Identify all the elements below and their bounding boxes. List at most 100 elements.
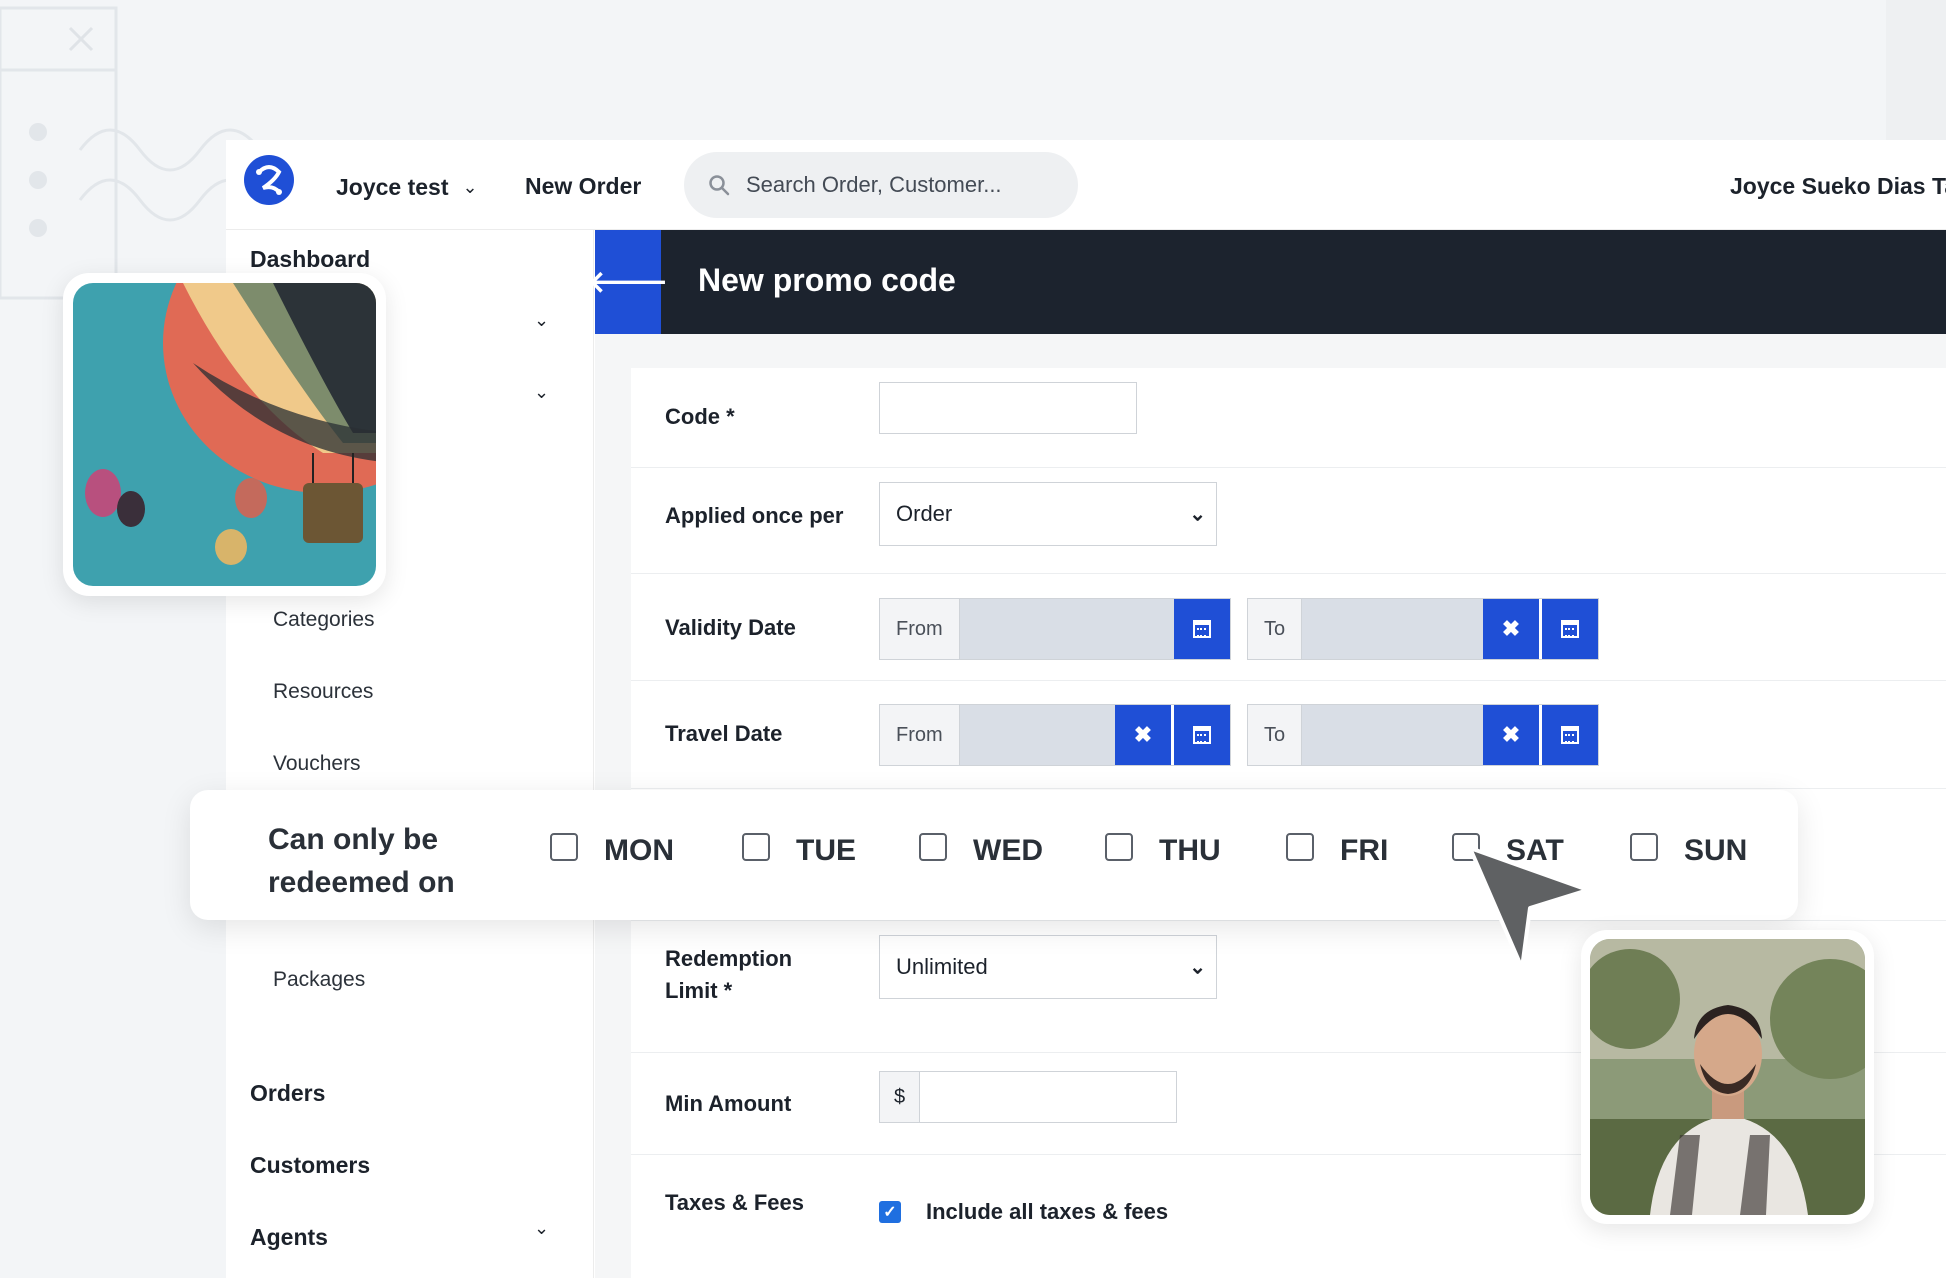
applied-once-select[interactable]: Order ⌄: [879, 482, 1217, 546]
travel-to-input[interactable]: [1302, 705, 1483, 765]
validity-to-clear-button[interactable]: ✖: [1483, 599, 1539, 659]
checkbox[interactable]: [919, 833, 947, 861]
arrow-left-icon: 🡐: [587, 266, 669, 299]
mouse-pointer-icon: [1468, 846, 1590, 970]
redeem-days-label-line1: Can only be: [268, 823, 439, 856]
checkbox[interactable]: [1105, 833, 1133, 861]
person-photo: [1590, 939, 1865, 1215]
day-checkbox-mon[interactable]: MON: [550, 826, 674, 868]
currency-addon: $: [880, 1072, 921, 1122]
sidebar-item-customers[interactable]: Customers: [250, 1152, 370, 1179]
applied-once-value: Order: [896, 501, 953, 526]
calendar-icon: [1193, 620, 1211, 638]
travel-from-input[interactable]: [959, 705, 1115, 765]
min-amount-input[interactable]: [920, 1072, 1177, 1122]
day-label: THU: [1159, 834, 1221, 867]
form-row-validity-date: Validity Date From To ✖: [631, 574, 1946, 681]
sidebar-item-orders[interactable]: Orders: [250, 1080, 325, 1107]
chevron-down-icon[interactable]: ⌄: [534, 310, 549, 331]
sidebar-item-agents[interactable]: Agents: [250, 1224, 328, 1251]
redeem-days-label-line2: redeemed on: [268, 866, 455, 899]
chevron-down-icon: ⌄: [1189, 503, 1206, 526]
checkbox[interactable]: [550, 833, 578, 861]
code-input[interactable]: [879, 382, 1137, 434]
chevron-down-icon[interactable]: ⌄: [534, 1218, 549, 1239]
back-button[interactable]: 🡐: [588, 230, 668, 334]
travel-from-group: From ✖: [879, 704, 1231, 766]
checkbox[interactable]: [742, 833, 770, 861]
min-amount-group: $: [879, 1071, 1178, 1123]
calendar-icon: [1193, 726, 1211, 744]
sidebar-item-packages[interactable]: Packages: [273, 968, 365, 992]
chevron-down-icon: ⌄: [462, 177, 478, 197]
checkbox[interactable]: [1630, 833, 1658, 861]
day-checkbox-tue[interactable]: TUE: [742, 826, 856, 868]
validity-to-input[interactable]: [1302, 599, 1483, 659]
include-taxes-checkbox[interactable]: ✓: [879, 1201, 901, 1223]
redemption-label-line2: Limit *: [665, 978, 733, 1003]
sidebar-item-categories[interactable]: Categories: [273, 608, 375, 632]
validity-date-label: Validity Date: [665, 615, 796, 640]
travel-from-clear-button[interactable]: ✖: [1115, 705, 1171, 765]
checkbox[interactable]: [1286, 833, 1314, 861]
chevron-down-icon: ⌄: [1189, 956, 1206, 979]
sidebar-item-dashboard[interactable]: Dashboard: [250, 246, 370, 273]
day-label: TUE: [796, 834, 856, 867]
validity-to-calendar-button[interactable]: [1542, 599, 1598, 659]
travel-to-group: To ✖: [1247, 704, 1599, 766]
from-addon: From: [880, 599, 960, 659]
form-row-applied-once: Applied once per Order ⌄: [631, 468, 1946, 574]
validity-from-input[interactable]: [959, 599, 1174, 659]
balloon-image-card: [63, 273, 386, 596]
day-label: WED: [973, 834, 1043, 867]
search-input[interactable]: Search Order, Customer...: [684, 152, 1078, 218]
close-icon: ✖: [1133, 722, 1153, 747]
top-bar: Joyce test ⌄ New Order Search Order, Cus…: [226, 140, 1946, 230]
day-checkbox-thu[interactable]: THU: [1105, 826, 1221, 868]
redemption-label-line1: Redemption: [665, 946, 793, 971]
search-icon: [709, 175, 730, 196]
form-row-travel-date: Travel Date From ✖ To ✖: [631, 681, 1946, 789]
redeem-days-label: Can only be redeemed on: [268, 818, 508, 904]
close-icon: ✖: [1501, 722, 1521, 747]
calendar-icon: [1561, 726, 1579, 744]
hot-air-balloon-image: [73, 283, 376, 586]
account-name: Joyce test: [336, 174, 449, 200]
day-checkbox-wed[interactable]: WED: [919, 826, 1043, 868]
redemption-limit-label: Redemption Limit *: [665, 943, 792, 1007]
min-amount-label: Min Amount: [665, 1091, 792, 1116]
sidebar-item-resources[interactable]: Resources: [273, 680, 373, 704]
form-row-code: Code *: [631, 368, 1946, 468]
travel-to-clear-button[interactable]: ✖: [1483, 705, 1539, 765]
day-label: SUN: [1684, 834, 1748, 867]
include-taxes-label: Include all taxes & fees: [926, 1199, 1169, 1224]
day-checkbox-sun[interactable]: SUN: [1630, 826, 1747, 868]
to-addon: To: [1248, 599, 1303, 659]
validity-from-group: From: [879, 598, 1231, 660]
travel-to-calendar-button[interactable]: [1542, 705, 1598, 765]
close-icon: ✖: [1501, 616, 1521, 641]
applied-once-label: Applied once per: [665, 503, 844, 528]
redemption-limit-select[interactable]: Unlimited ⌄: [879, 935, 1217, 999]
to-addon: To: [1248, 705, 1303, 765]
brand-logo-icon[interactable]: [244, 155, 294, 205]
taxes-label: Taxes & Fees: [665, 1190, 805, 1215]
code-label: Code *: [665, 404, 735, 429]
from-addon: From: [880, 705, 960, 765]
chevron-down-icon[interactable]: ⌄: [534, 382, 549, 403]
validity-from-calendar-button[interactable]: [1174, 599, 1230, 659]
validity-to-group: To ✖: [1247, 598, 1599, 660]
day-label: FRI: [1340, 834, 1389, 867]
day-label: MON: [604, 834, 674, 867]
page-header: 🡐 New promo code: [588, 230, 1946, 334]
new-order-link[interactable]: New Order: [525, 173, 641, 200]
user-menu[interactable]: Joyce Sueko Dias Ta: [1730, 173, 1946, 200]
calendar-icon: [1561, 620, 1579, 638]
profile-photo-card: [1581, 930, 1874, 1224]
search-placeholder: Search Order, Customer...: [746, 172, 1002, 197]
redemption-limit-value: Unlimited: [896, 954, 988, 979]
account-switcher[interactable]: Joyce test ⌄: [336, 174, 478, 201]
day-checkbox-fri[interactable]: FRI: [1286, 826, 1388, 868]
travel-from-calendar-button[interactable]: [1174, 705, 1230, 765]
sidebar-item-vouchers[interactable]: Vouchers: [273, 752, 361, 776]
